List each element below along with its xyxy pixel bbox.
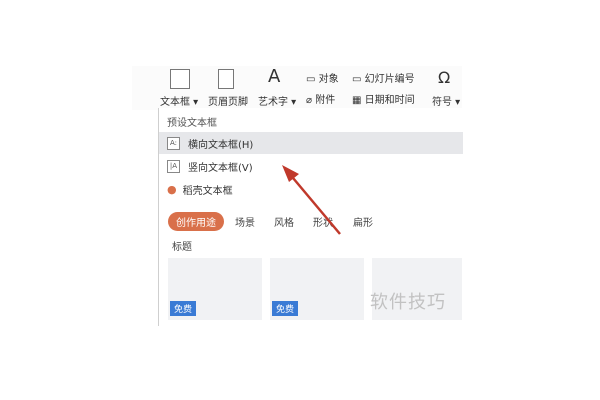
annotation-arrow <box>282 165 341 235</box>
